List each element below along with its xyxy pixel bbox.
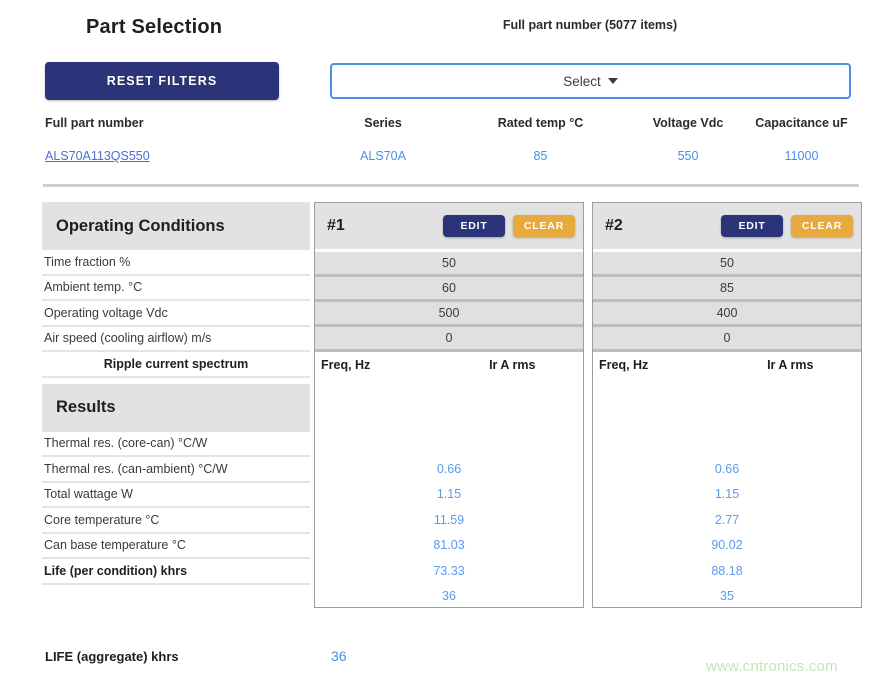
panel-2-number: #2: [605, 217, 721, 235]
table-header-row: Full part number Series Rated temp °C Vo…: [45, 110, 855, 136]
panel-2-clear-button[interactable]: CLEAR: [791, 215, 853, 237]
panel-2-life-per-condition: 35: [593, 584, 861, 610]
panel-2-core-temperature: 90.02: [593, 533, 861, 559]
panel-2-edit-button[interactable]: EDIT: [721, 215, 783, 237]
select-label: Select: [563, 74, 601, 89]
panel-1-header: #1 EDIT CLEAR: [315, 203, 583, 249]
panel-1-thermal-res-can-ambient: 1.15: [315, 482, 583, 508]
panel-1-spectrum-area: [315, 378, 583, 456]
cell-capacitance: 11000: [748, 149, 855, 163]
panel-1-spectrum-headers: Freq, Hz Ir A rms: [315, 352, 583, 378]
page-title: Part Selection: [86, 16, 222, 39]
label-column: Operating Conditions Time fraction % Amb…: [42, 202, 310, 585]
panel-2-ambient-temp-value[interactable]: 85: [593, 277, 861, 302]
cell-series: ALS70A: [313, 149, 453, 163]
operating-conditions-title: Operating Conditions: [42, 202, 310, 250]
label-life-per-condition: Life (per condition) khrs: [42, 559, 310, 585]
life-aggregate-label: LIFE (aggregate) khrs: [45, 649, 179, 664]
panel-1-clear-button[interactable]: CLEAR: [513, 215, 575, 237]
results-title: Results: [42, 384, 310, 432]
panel-1-operating-voltage-value[interactable]: 500: [315, 302, 583, 327]
part-number-link[interactable]: ALS70A113QS550: [45, 149, 150, 163]
panel-2-freq-header: Freq, Hz: [599, 358, 720, 372]
label-time-fraction: Time fraction %: [42, 250, 310, 276]
panel-1-edit-button[interactable]: EDIT: [443, 215, 505, 237]
label-thermal-res-core-can: Thermal res. (core-can) °C/W: [42, 432, 310, 458]
label-core-temperature: Core temperature °C: [42, 508, 310, 534]
filter-caption: Full part number (5077 items): [330, 18, 850, 32]
panel-2-can-base-temperature: 88.18: [593, 558, 861, 584]
column-header-voltage: Voltage Vdc: [628, 116, 748, 130]
panel-2-thermal-res-core-can: 0.66: [593, 456, 861, 482]
condition-panel-2: #2 EDIT CLEAR 50 85 400 0 Freq, Hz Ir A …: [592, 202, 862, 608]
label-thermal-res-can-ambient: Thermal res. (can-ambient) °C/W: [42, 457, 310, 483]
panel-2-thermal-res-can-ambient: 1.15: [593, 482, 861, 508]
panel-2-spectrum-area: [593, 378, 861, 456]
panel-1-life-per-condition: 36: [315, 584, 583, 610]
panel-1-number: #1: [327, 217, 443, 235]
label-ambient-temp: Ambient temp. °C: [42, 276, 310, 302]
label-total-wattage: Total wattage W: [42, 483, 310, 509]
label-operating-voltage: Operating voltage Vdc: [42, 301, 310, 327]
column-header-capacitance: Capacitance uF: [748, 116, 855, 130]
part-results-table: Full part number Series Rated temp °C Vo…: [45, 110, 855, 176]
reset-filters-button[interactable]: RESET FILTERS: [45, 62, 279, 100]
condition-panel-1: #1 EDIT CLEAR 50 60 500 0 Freq, Hz Ir A …: [314, 202, 584, 608]
panel-1-current-header: Ir A rms: [442, 358, 583, 372]
panel-2-operating-voltage-value[interactable]: 400: [593, 302, 861, 327]
cell-voltage: 550: [628, 149, 748, 163]
panel-1-air-speed-value[interactable]: 0: [315, 327, 583, 352]
panel-1-ambient-temp-value[interactable]: 60: [315, 277, 583, 302]
column-header-series: Series: [313, 116, 453, 130]
panel-1-can-base-temperature: 73.33: [315, 558, 583, 584]
panel-1-core-temperature: 81.03: [315, 533, 583, 559]
panel-1-time-fraction-value[interactable]: 50: [315, 252, 583, 277]
column-header-rated-temp: Rated temp °C: [453, 116, 628, 130]
cell-rated-temp: 85: [453, 149, 628, 163]
watermark: www.cntronics.com: [706, 658, 838, 675]
panel-2-spectrum-headers: Freq, Hz Ir A rms: [593, 352, 861, 378]
panel-1-freq-header: Freq, Hz: [321, 358, 442, 372]
table-row: ALS70A113QS550 ALS70A 85 550 11000: [45, 136, 855, 176]
part-number-select[interactable]: Select: [330, 63, 851, 99]
section-divider: [43, 184, 859, 187]
panel-1-total-wattage: 11.59: [315, 507, 583, 533]
life-aggregate-value: 36: [331, 648, 347, 664]
panel-2-header: #2 EDIT CLEAR: [593, 203, 861, 249]
label-ripple-current-spectrum: Ripple current spectrum: [42, 352, 310, 378]
chevron-down-icon: [608, 78, 618, 84]
label-air-speed: Air speed (cooling airflow) m/s: [42, 327, 310, 353]
panel-2-time-fraction-value[interactable]: 50: [593, 252, 861, 277]
panel-2-total-wattage: 2.77: [593, 507, 861, 533]
panel-2-air-speed-value[interactable]: 0: [593, 327, 861, 352]
label-can-base-temperature: Can base temperature °C: [42, 534, 310, 560]
column-header-part-number: Full part number: [45, 116, 313, 130]
panel-2-current-header: Ir A rms: [720, 358, 861, 372]
cell-part-number: ALS70A113QS550: [45, 149, 313, 163]
panel-1-thermal-res-core-can: 0.66: [315, 456, 583, 482]
